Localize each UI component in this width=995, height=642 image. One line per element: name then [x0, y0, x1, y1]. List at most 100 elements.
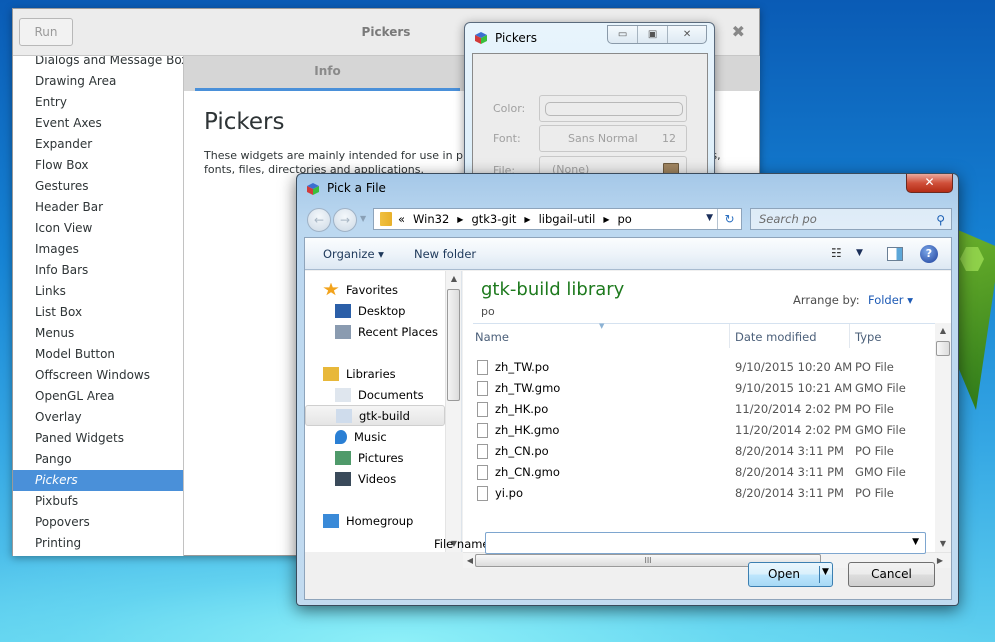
- sidebar-item[interactable]: Images: [13, 239, 183, 260]
- nav-item[interactable]: Videos: [305, 468, 445, 489]
- breadcrumb-item[interactable]: libgail-util: [539, 212, 596, 226]
- nav-item[interactable]: Libraries: [305, 363, 445, 384]
- nav-item[interactable]: Desktop: [305, 300, 445, 321]
- close-icon[interactable]: ✖: [732, 22, 745, 41]
- pickers-window: Pickers ▭ ▣ ✕ Color: Font: Sans Normal 1…: [464, 22, 715, 192]
- sidebar-item[interactable]: List Box: [13, 302, 183, 323]
- close-button[interactable]: ✕: [668, 26, 706, 43]
- open-button-label[interactable]: Open: [749, 563, 819, 586]
- sidebar-item[interactable]: Icon View: [13, 218, 183, 239]
- sidebar-item[interactable]: Dialogs and Message Boxes: [13, 56, 183, 71]
- sidebar-item[interactable]: OpenGL Area: [13, 386, 183, 407]
- address-bar[interactable]: « Win32 ▶ gtk3-git ▶ libgail-util ▶ po ▼…: [373, 208, 742, 230]
- sidebar-item[interactable]: Pickers: [13, 470, 183, 491]
- demo-list-sidebar[interactable]: Dialogs and Message BoxesDrawing AreaEnt…: [13, 56, 184, 556]
- sort-indicator-icon: ▼: [599, 322, 605, 330]
- nav-item[interactable]: Recent Places: [305, 321, 445, 342]
- view-options-icon[interactable]: ☷: [831, 246, 842, 260]
- address-dropdown-icon[interactable]: ▼: [706, 213, 713, 223]
- file-row[interactable]: zh_CN.gmo 8/20/2014 3:11 PM GMO File: [473, 462, 935, 483]
- new-folder-button[interactable]: New folder: [414, 247, 476, 261]
- column-divider[interactable]: [729, 324, 730, 348]
- organize-menu[interactable]: Organize ▾: [323, 247, 384, 261]
- sidebar-item[interactable]: Paned Widgets: [13, 428, 183, 449]
- maximize-button[interactable]: ▣: [638, 26, 669, 43]
- nav-item[interactable]: Favorites: [305, 279, 445, 300]
- file-name-input[interactable]: ▼: [485, 532, 926, 554]
- search-icon[interactable]: ⚲: [936, 210, 945, 230]
- file-row[interactable]: zh_CN.po 8/20/2014 3:11 PM PO File: [473, 441, 935, 462]
- sidebar-item[interactable]: Header Bar: [13, 197, 183, 218]
- music-icon: [335, 429, 347, 444]
- sidebar-item[interactable]: Printing: [13, 533, 183, 554]
- nav-item[interactable]: gtk-build: [305, 405, 445, 426]
- file-list-scrollbar[interactable]: ▲ ▼: [935, 323, 951, 552]
- file-name-dropdown-icon[interactable]: ▼: [912, 537, 919, 547]
- minimize-button[interactable]: ▭: [608, 26, 639, 43]
- nav-item[interactable]: Homegroup: [305, 510, 445, 531]
- open-options-dropdown-icon[interactable]: ▼: [822, 567, 829, 577]
- sidebar-item[interactable]: Pixbufs: [13, 491, 183, 512]
- font-picker-button[interactable]: Sans Normal 12: [539, 125, 687, 152]
- breadcrumb-item[interactable]: Win32: [413, 212, 449, 226]
- breadcrumb-separator[interactable]: ▶: [524, 215, 530, 224]
- breadcrumb-item[interactable]: po: [617, 212, 631, 226]
- nav-item-label: gtk-build: [359, 408, 410, 423]
- open-button[interactable]: Open ▼: [748, 562, 833, 587]
- scroll-up-arrow[interactable]: ▲: [936, 326, 950, 335]
- dialog-close-button[interactable]: ✕: [906, 174, 953, 193]
- arrange-by-dropdown[interactable]: Folder ▾: [868, 293, 913, 307]
- sidebar-item[interactable]: Expander: [13, 134, 183, 155]
- preview-pane-icon[interactable]: [887, 247, 903, 261]
- tab-info[interactable]: Info: [195, 56, 460, 91]
- cancel-button[interactable]: Cancel: [848, 562, 935, 587]
- breadcrumb-item[interactable]: gtk3-git: [471, 212, 516, 226]
- sidebar-item[interactable]: Pango: [13, 449, 183, 470]
- column-header-name[interactable]: Name: [475, 330, 509, 344]
- breadcrumb-separator[interactable]: ▶: [457, 215, 463, 224]
- sidebar-item[interactable]: Event Axes: [13, 113, 183, 134]
- breadcrumb-separator[interactable]: ▶: [603, 215, 609, 224]
- column-header-type[interactable]: Type: [855, 330, 881, 344]
- sidebar-item[interactable]: Menus: [13, 323, 183, 344]
- sidebar-item[interactable]: Links: [13, 281, 183, 302]
- sidebar-item[interactable]: Flow Box: [13, 155, 183, 176]
- back-button[interactable]: ←: [307, 208, 331, 232]
- column-header-date[interactable]: Date modified: [735, 330, 817, 344]
- breadcrumb-overflow[interactable]: «: [398, 212, 405, 226]
- nav-pane-scrollbar[interactable]: ▲ ▼: [445, 271, 461, 552]
- nav-item[interactable]: Pictures: [305, 447, 445, 468]
- scrollbar-thumb[interactable]: [936, 341, 950, 356]
- forward-button[interactable]: →: [333, 208, 357, 232]
- scrollbar-thumb[interactable]: [447, 289, 460, 401]
- search-input[interactable]: Search po ⚲: [750, 208, 952, 230]
- file-row[interactable]: zh_HK.po 11/20/2014 2:02 PM PO File: [473, 399, 935, 420]
- run-button[interactable]: Run: [19, 18, 73, 46]
- sidebar-item[interactable]: Popovers: [13, 512, 183, 533]
- color-swatch: [545, 101, 683, 116]
- column-divider[interactable]: [849, 324, 850, 348]
- file-row[interactable]: zh_HK.gmo 11/20/2014 2:02 PM GMO File: [473, 420, 935, 441]
- recent-locations-dropdown[interactable]: ▼: [360, 214, 366, 223]
- nav-item[interactable]: Music: [305, 426, 445, 447]
- scroll-right-arrow[interactable]: ▶: [933, 556, 947, 565]
- file-row[interactable]: zh_TW.po 9/10/2015 10:20 AM PO File: [473, 357, 935, 378]
- sidebar-item[interactable]: Drawing Area: [13, 71, 183, 92]
- view-dropdown-icon[interactable]: ▼: [856, 248, 863, 258]
- sidebar-item[interactable]: Gestures: [13, 176, 183, 197]
- file-date: 8/20/2014 3:11 PM: [735, 465, 844, 479]
- sidebar-item[interactable]: Info Bars: [13, 260, 183, 281]
- scroll-down-arrow[interactable]: ▼: [936, 539, 950, 548]
- file-row[interactable]: zh_TW.gmo 9/10/2015 10:21 AM GMO File: [473, 378, 935, 399]
- color-picker-button[interactable]: [539, 95, 687, 122]
- sidebar-item[interactable]: Overlay: [13, 407, 183, 428]
- pickers-window-title: Pickers: [495, 31, 537, 45]
- file-row[interactable]: yi.po 8/20/2014 3:11 PM PO File: [473, 483, 935, 504]
- help-icon[interactable]: ?: [920, 245, 938, 263]
- scroll-up-arrow[interactable]: ▲: [447, 274, 461, 283]
- sidebar-item[interactable]: Offscreen Windows: [13, 365, 183, 386]
- refresh-icon[interactable]: ↻: [717, 209, 741, 229]
- nav-item[interactable]: Documents: [305, 384, 445, 405]
- sidebar-item[interactable]: Entry: [13, 92, 183, 113]
- sidebar-item[interactable]: Model Button: [13, 344, 183, 365]
